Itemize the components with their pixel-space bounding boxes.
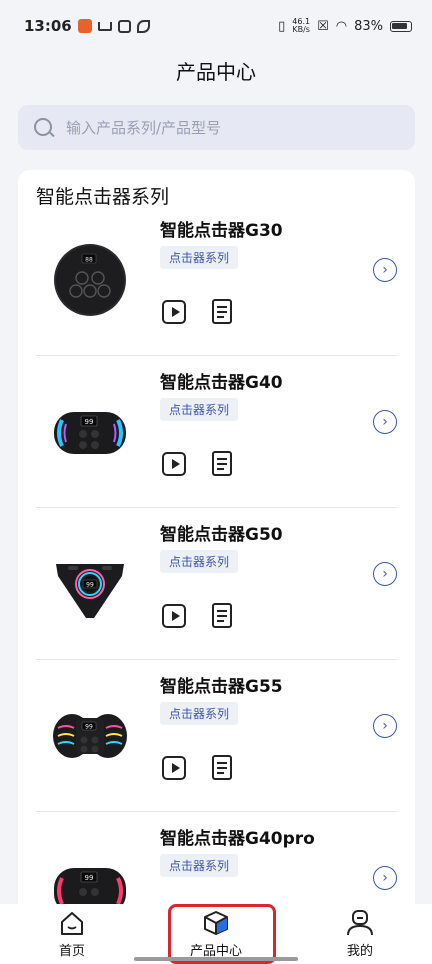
product-name: 智能点击器G50 <box>160 525 283 545</box>
svg-text:99: 99 <box>85 724 93 731</box>
net-speed: 46.1 KB/s <box>292 18 310 34</box>
video-icon[interactable] <box>162 756 186 780</box>
product-item[interactable]: 99 智能点击器G50 点击器系列 › <box>36 508 397 660</box>
product-image: 99 <box>52 394 128 470</box>
product-series-card: 智能点击器系列 88 智能点击器G30 点击器系列 › 99 智能点击器G40 … <box>18 170 415 930</box>
search-bar[interactable] <box>18 105 415 150</box>
product-image: 99 <box>52 698 128 774</box>
app-notification-icon <box>77 19 92 33</box>
user-icon <box>346 910 374 936</box>
video-icon[interactable] <box>162 452 186 476</box>
chevron-right-icon[interactable]: › <box>373 866 397 890</box>
product-name: 智能点击器G40 <box>160 373 283 393</box>
product-item[interactable]: 99 智能点击器G40 点击器系列 › <box>36 356 397 508</box>
video-icon[interactable] <box>162 300 186 324</box>
nav-label-home: 首页 <box>58 944 85 959</box>
sim-off-icon: ☒ <box>317 18 329 34</box>
nav-item-me[interactable]: 我的 <box>288 904 432 964</box>
net-speed-unit: KB/s <box>292 25 310 34</box>
status-bar: 13:06 ▯ 46.1 KB/s ☒ ◠ 83% <box>0 0 432 52</box>
crown-icon <box>97 21 112 31</box>
chevron-right-icon[interactable]: › <box>373 258 397 282</box>
product-name: 智能点击器G40pro <box>160 829 315 849</box>
wifi-icon: ◠ <box>335 18 348 34</box>
home-icon <box>58 910 86 936</box>
product-name: 智能点击器G55 <box>160 677 283 697</box>
svg-text:99: 99 <box>86 582 94 589</box>
home-indicator <box>134 957 298 961</box>
product-item[interactable]: 88 智能点击器G30 点击器系列 › <box>36 204 397 356</box>
notification-icons <box>77 19 150 33</box>
page-title: 产品中心 <box>176 60 256 84</box>
product-tag: 点击器系列 <box>160 854 239 877</box>
battery-percent: 83% <box>354 18 383 34</box>
product-tag: 点击器系列 <box>160 702 239 725</box>
box-icon <box>117 19 131 33</box>
document-icon[interactable] <box>212 451 232 476</box>
product-image: 99 <box>52 546 128 622</box>
bottom-nav: 首页 产品中心 我的 <box>0 904 432 964</box>
nav-item-products[interactable]: 产品中心 <box>144 904 288 964</box>
document-icon[interactable] <box>212 299 232 324</box>
chevron-right-icon[interactable]: › <box>373 410 397 434</box>
svg-text:99: 99 <box>85 418 94 426</box>
chevron-right-icon[interactable]: › <box>373 714 397 738</box>
video-icon[interactable] <box>162 604 186 628</box>
product-tag: 点击器系列 <box>160 398 239 421</box>
svg-text:88: 88 <box>85 257 93 264</box>
battery-icon <box>390 20 412 32</box>
search-input[interactable] <box>66 118 366 137</box>
status-right: ▯ 46.1 KB/s ☒ ◠ 83% <box>278 18 412 34</box>
product-name: 智能点击器G30 <box>160 221 283 241</box>
leaf-icon <box>136 19 150 33</box>
product-item[interactable]: 99 智能点击器G55 点击器系列 › <box>36 660 397 812</box>
status-time: 13:06 <box>24 17 72 35</box>
product-tag: 点击器系列 <box>160 550 239 573</box>
nav-label-me: 我的 <box>346 944 373 959</box>
chevron-right-icon[interactable]: › <box>373 562 397 586</box>
search-icon <box>34 117 54 138</box>
cube-icon <box>202 910 230 936</box>
vibrate-icon: ▯ <box>278 18 286 34</box>
document-icon[interactable] <box>212 603 232 628</box>
nav-item-home[interactable]: 首页 <box>0 904 144 964</box>
product-tag: 点击器系列 <box>160 246 239 269</box>
svg-text:99: 99 <box>85 874 94 882</box>
document-icon[interactable] <box>212 755 232 780</box>
product-image: 88 <box>52 242 128 318</box>
